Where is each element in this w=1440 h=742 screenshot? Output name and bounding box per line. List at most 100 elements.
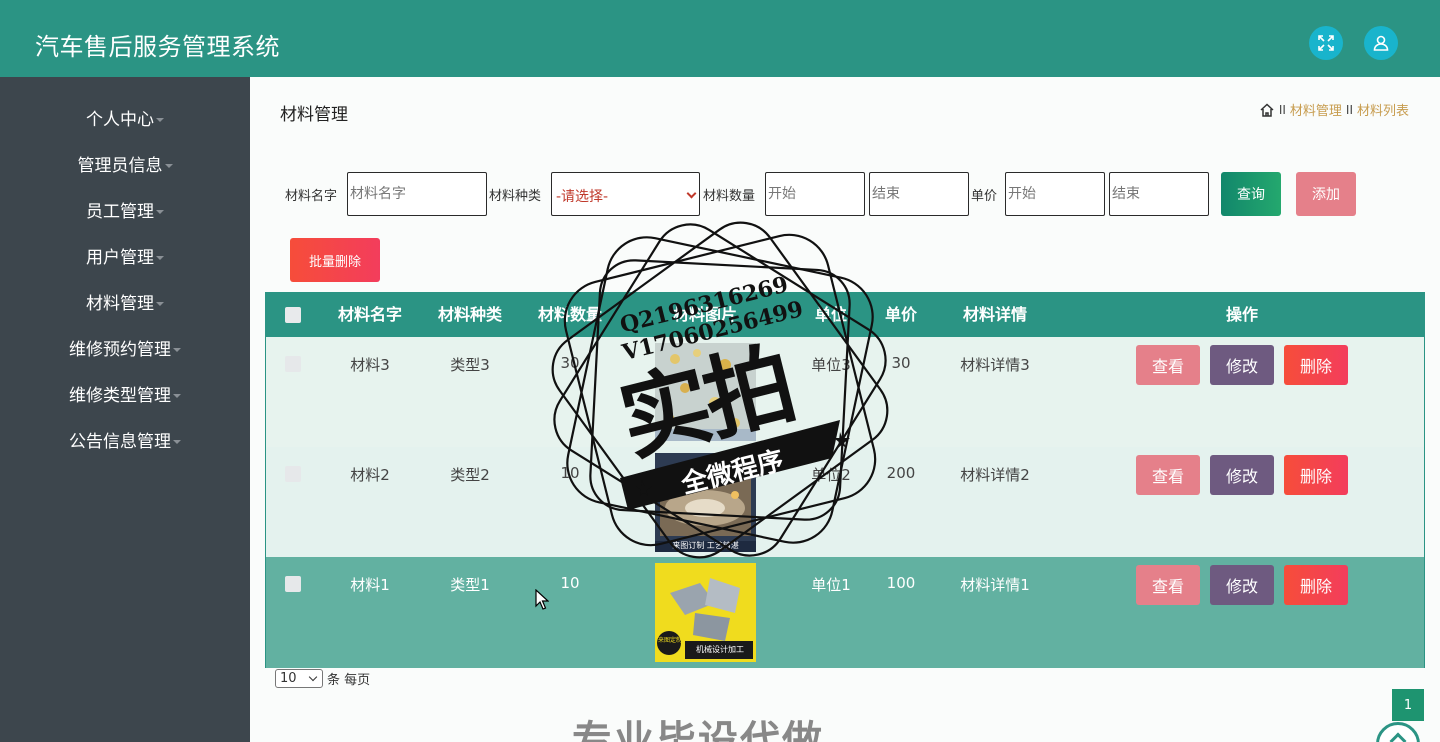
type-filter-select[interactable]: -请选择- (551, 172, 700, 216)
edit-button[interactable]: 修改 (1210, 345, 1274, 385)
pagination: 10 条 每页 (275, 669, 370, 688)
mouse-cursor-icon (535, 589, 549, 610)
col-header-qty: 材料数量 (537, 305, 603, 324)
page-size-value: 10 (280, 671, 297, 686)
caret-down-icon (156, 302, 164, 306)
sidebar-item-label: 维修预约管理 (69, 340, 171, 360)
arrow-up-icon (1389, 732, 1407, 742)
add-button[interactable]: 添加 (1296, 172, 1356, 216)
cell-unit: 单位3 (811, 356, 851, 374)
page-size-select[interactable]: 10 (275, 669, 323, 688)
chevron-down-icon (686, 188, 697, 199)
cell-unit: 单位1 (811, 576, 851, 594)
cell-qty: 10 (560, 464, 580, 482)
col-header-actions: 操作 (1225, 305, 1259, 324)
view-button[interactable]: 查看 (1136, 345, 1200, 385)
caret-down-icon (156, 210, 164, 214)
fullscreen-button[interactable] (1309, 26, 1343, 60)
material-image (655, 343, 756, 441)
row-checkbox[interactable] (285, 356, 301, 372)
chevron-down-icon (308, 672, 318, 682)
user-icon (1373, 35, 1389, 51)
col-header-price: 单价 (884, 305, 918, 324)
qty-start-input[interactable] (765, 172, 865, 216)
sidebar: 个人中心 管理员信息 员工管理 用户管理 材料管理 维修预约管理 维修类型管理 … (0, 77, 250, 742)
batch-delete-button[interactable]: 批量删除 (290, 238, 380, 282)
top-header: 汽车售后服务管理系统 (0, 0, 1440, 77)
breadcrumb-separator: II (1278, 102, 1286, 117)
caret-down-icon (164, 164, 173, 168)
sidebar-item-label: 维修类型管理 (69, 386, 171, 406)
cell-detail: 材料详情1 (960, 576, 1030, 594)
home-icon[interactable] (1259, 102, 1275, 118)
sidebar-item-repair-type[interactable]: 维修类型管理 (0, 381, 250, 411)
query-button[interactable]: 查询 (1221, 172, 1281, 216)
price-end-input[interactable] (1109, 172, 1209, 216)
cell-price: 200 (886, 464, 916, 482)
row-checkbox[interactable] (285, 466, 301, 482)
delete-button[interactable]: 删除 (1284, 565, 1348, 605)
price-start-input[interactable] (1005, 172, 1105, 216)
view-button[interactable]: 查看 (1136, 565, 1200, 605)
caret-down-icon (156, 256, 164, 260)
page-title: 材料管理 (280, 105, 348, 125)
sidebar-item-announcements[interactable]: 公告信息管理 (0, 427, 250, 457)
breadcrumb: II 材料管理 II 材料列表 (1259, 100, 1409, 119)
select-all-checkbox[interactable] (285, 307, 301, 323)
breadcrumb-materials[interactable]: 材料管理 (1290, 100, 1342, 119)
price-filter-label: 单价 (971, 189, 998, 204)
cell-unit: 单位2 (811, 466, 851, 484)
row-checkbox[interactable] (285, 576, 301, 592)
type-filter-label: 材料种类 (489, 189, 542, 204)
sidebar-item-label: 管理员信息 (77, 156, 163, 176)
col-header-image: 材料图片 (672, 305, 738, 324)
sidebar-item-materials[interactable]: 材料管理 (0, 289, 250, 319)
image-caption: 机械设计加工 (696, 645, 744, 654)
materials-table: 材料名字 材料种类 材料数量 材料图片 单位 单价 材料详情 操作 材料3 类型… (265, 292, 1425, 668)
per-page-label: 条 每页 (327, 673, 371, 688)
material-image: 来图订制 工艺精湛 (655, 453, 756, 552)
sidebar-item-label: 用户管理 (86, 248, 154, 268)
cell-price: 100 (886, 574, 916, 592)
sidebar-item-personal-center[interactable]: 个人中心 (0, 105, 250, 135)
qty-end-input[interactable] (869, 172, 969, 216)
table-row: 材料3 类型3 30 单位3 30 材料详情3 查看 修改 删除 (266, 337, 1424, 447)
type-filter-value: -请选择- (556, 189, 609, 205)
cell-name: 材料3 (350, 356, 390, 374)
caret-down-icon (173, 348, 181, 352)
caret-down-icon (156, 118, 164, 122)
delete-button[interactable]: 删除 (1284, 455, 1348, 495)
edit-button[interactable]: 修改 (1210, 565, 1274, 605)
cell-detail: 材料详情3 (960, 356, 1030, 374)
cell-name: 材料2 (350, 466, 390, 484)
cell-qty: 10 (560, 574, 580, 592)
watermark-bottom-text: 专业毕设代做 (572, 718, 824, 742)
cell-name: 材料1 (350, 576, 390, 594)
sidebar-item-staff[interactable]: 员工管理 (0, 197, 250, 227)
scroll-to-top-button[interactable] (1376, 722, 1420, 742)
cell-qty: 30 (560, 354, 580, 372)
sidebar-item-admin-info[interactable]: 管理员信息 (0, 151, 250, 181)
material-image: 来图定制 机械设计加工 (655, 563, 756, 662)
image-badge: 来图定制 (658, 637, 683, 644)
cell-type: 类型2 (450, 466, 490, 484)
table-header: 材料名字 材料种类 材料数量 材料图片 单位 单价 材料详情 操作 (266, 293, 1424, 337)
table-row: 材料2 类型2 10 来图订制 工艺精湛 单位2 200 材料详情2 查看 修改… (266, 447, 1424, 557)
app-title: 汽车售后服务管理系统 (35, 33, 280, 61)
page-number-button[interactable]: 1 (1392, 689, 1424, 721)
caret-down-icon (173, 394, 181, 398)
sidebar-item-repair-booking[interactable]: 维修预约管理 (0, 335, 250, 365)
user-button[interactable] (1364, 26, 1398, 60)
view-button[interactable]: 查看 (1136, 455, 1200, 495)
edit-button[interactable]: 修改 (1210, 455, 1274, 495)
image-caption: 来图订制 工艺精湛 (672, 541, 739, 550)
name-filter-input[interactable] (347, 172, 487, 216)
sidebar-item-label: 材料管理 (86, 294, 154, 314)
sidebar-item-users[interactable]: 用户管理 (0, 243, 250, 273)
col-header-detail: 材料详情 (962, 305, 1028, 324)
breadcrumb-material-list[interactable]: 材料列表 (1357, 100, 1409, 119)
delete-button[interactable]: 删除 (1284, 345, 1348, 385)
cell-type: 类型3 (450, 356, 490, 374)
table-row: 材料1 类型1 10 来图定制 机械设计加工 单位1 100 材料详情1 查看 … (266, 557, 1424, 668)
cell-type: 类型1 (450, 576, 490, 594)
